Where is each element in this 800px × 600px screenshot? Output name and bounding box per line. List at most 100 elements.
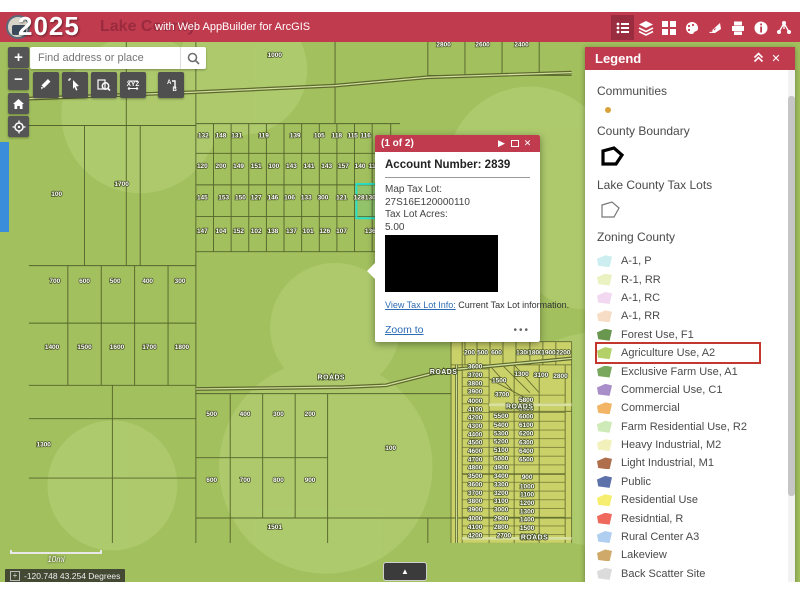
parcel-number-label: 600	[79, 278, 90, 285]
parcel-number-label: 1400	[520, 517, 535, 524]
zoning-swatch	[597, 402, 612, 414]
legend-panel-title: Legend	[595, 51, 749, 66]
scalebar-line	[10, 550, 102, 554]
popup-field-value: 5.00	[385, 222, 530, 235]
parcel-number-label: 6300	[519, 440, 534, 447]
parcel-number-label: 127	[251, 195, 262, 202]
zoning-label: A-1, P	[621, 255, 652, 267]
parcel-number-label: 133	[301, 195, 312, 202]
legend-scrollbar-thumb[interactable]	[788, 96, 795, 496]
legend-item: A-1, RC	[597, 289, 781, 307]
legend-collapse-button[interactable]	[749, 52, 767, 66]
legend-item: Commercial	[597, 399, 781, 417]
parcel-number-label: 151	[251, 163, 262, 170]
legend-item: A-1, RR	[597, 307, 781, 325]
header-widget-toolbar	[611, 15, 795, 40]
county-boundary-symbol	[599, 145, 625, 169]
coordinate-capture-icon[interactable]: +	[10, 571, 20, 581]
popup-maximize-button[interactable]	[508, 139, 521, 149]
parcel-number-label: 400	[240, 411, 251, 418]
layers-widget-button[interactable]	[634, 15, 657, 40]
road-label: ROADS	[318, 375, 345, 382]
search-button[interactable]	[180, 47, 206, 69]
parcel-number-label: 900	[522, 474, 533, 481]
parcel-number-label: 4100	[468, 524, 483, 531]
parcel-number-label: 132	[198, 133, 209, 140]
pencil-icon	[39, 78, 53, 92]
parcel-number-label: 3800	[468, 380, 483, 387]
home-button[interactable]	[8, 93, 29, 114]
legend-close-button[interactable]: ✕	[767, 52, 785, 65]
basemap-gallery-widget-button[interactable]	[657, 15, 680, 40]
measure-widget-button[interactable]	[703, 15, 726, 40]
parcel-number-label: 105	[314, 133, 325, 140]
directions-tool-button[interactable]: A B	[158, 72, 184, 98]
double-chevron-up-icon	[753, 52, 764, 63]
scalebar: 10mi	[10, 550, 102, 564]
legend-item-highlighted: Agriculture Use, A2	[597, 344, 759, 362]
parcel-number-label: 200	[305, 411, 316, 418]
draw-tool-button[interactable]	[33, 72, 59, 98]
xyz-coordinates-icon: XYZ	[125, 78, 141, 92]
popup-account-number: Account Number: 2839	[385, 159, 530, 178]
popup-next-feature-button[interactable]: ▶	[495, 138, 508, 149]
draw-palette-icon	[684, 20, 700, 36]
zoom-in-button[interactable]: +	[8, 47, 29, 68]
legend-widget-button[interactable]	[611, 15, 634, 40]
locate-button[interactable]	[8, 116, 29, 137]
search-input[interactable]	[30, 52, 180, 64]
legend-item: R-1, RR	[597, 270, 781, 288]
parcel-number-label: 1000	[520, 483, 535, 490]
parcel-number-label: 140	[355, 163, 366, 170]
side-panel-tab[interactable]	[0, 142, 9, 232]
print-widget-button[interactable]	[726, 15, 749, 40]
zoning-label: Agriculture Use, A2	[621, 347, 715, 359]
parcel-number-label: 200	[464, 350, 475, 357]
parcel-number-label: 101	[303, 228, 314, 235]
parcel-number-label: 143	[321, 163, 332, 170]
parcel-number-label: 106	[284, 195, 295, 202]
legend-panel: Legend ✕ Communities County Boundary Lak…	[585, 47, 795, 585]
popup-more-actions-button[interactable]: •••	[513, 325, 530, 336]
legend-item: Back Scatter Site	[597, 565, 781, 583]
zoom-out-button[interactable]: −	[8, 69, 29, 90]
parcel-number-label: 2900	[494, 516, 509, 523]
query-tool-button[interactable]	[91, 72, 117, 98]
zoning-swatch	[597, 384, 612, 396]
popup-close-button[interactable]: ✕	[521, 138, 534, 149]
communities-point-symbol	[605, 107, 611, 113]
draw-widget-button[interactable]	[680, 15, 703, 40]
attribute-table-tab[interactable]: ▲	[383, 562, 427, 581]
print-icon	[730, 20, 746, 36]
view-tax-lot-info-link[interactable]: View Tax Lot Info:	[385, 300, 456, 310]
zoning-swatch	[597, 531, 612, 543]
search-box	[30, 47, 206, 69]
directions-ab-icon: A B	[164, 78, 178, 92]
popup-footer: Zoom to •••	[385, 322, 530, 336]
parcel-number-label: 5200	[494, 439, 509, 446]
parcel-number-label: 600	[206, 477, 217, 484]
legend-item: A-1, P	[597, 252, 781, 270]
zoom-to-link[interactable]: Zoom to	[385, 324, 424, 336]
about-widget-button[interactable]	[749, 15, 772, 40]
zoning-label: R-1, RR	[621, 274, 661, 286]
parcel-number-label: 2800	[553, 373, 568, 380]
road-label: ROADS	[506, 403, 533, 410]
parcel-number-label: 104	[216, 228, 227, 235]
home-icon	[12, 98, 25, 110]
popup-field-value: 27S16E120000110	[385, 197, 530, 210]
zoning-label: Commercial Use, C1	[621, 384, 722, 396]
parcel-number-label: 152	[233, 228, 244, 235]
zoning-swatch	[597, 439, 612, 451]
coordinate-xyz-tool-button[interactable]: XYZ	[120, 72, 146, 98]
parcel-number-label: 1100	[520, 492, 534, 499]
popup-link-desc: Current Tax Lot information.	[456, 300, 569, 310]
parcel-number-label: 4700	[468, 456, 483, 463]
share-widget-button[interactable]	[772, 15, 795, 40]
coordinate-readout: -120.748 43.254 Degrees	[24, 571, 120, 581]
select-tool-button[interactable]	[62, 72, 88, 98]
parcel-number-label: 4900	[494, 465, 509, 472]
zoning-label: Residential Use	[621, 494, 698, 506]
parcel-number-label: 145	[197, 195, 208, 202]
parcel-number-label: 1300	[520, 508, 535, 515]
